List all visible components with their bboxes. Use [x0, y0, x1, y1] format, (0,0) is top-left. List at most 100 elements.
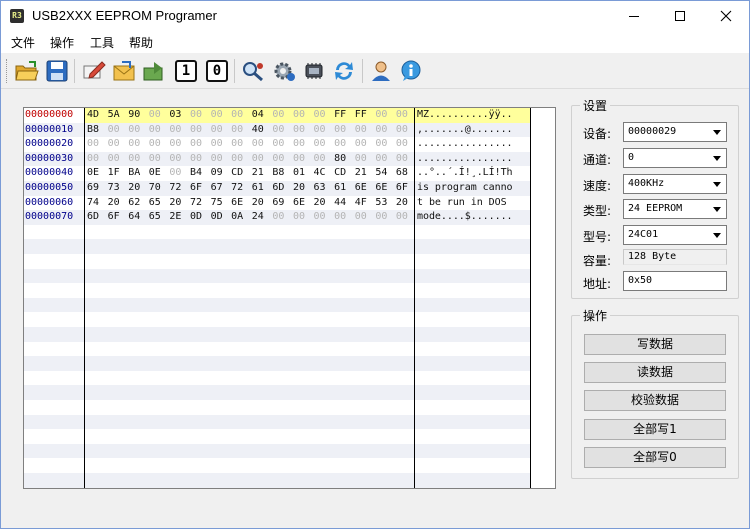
hex-byte[interactable]: 0D — [211, 210, 232, 225]
hex-byte[interactable]: B8 — [87, 123, 108, 138]
fill-zero-button[interactable]: 0 — [204, 58, 230, 84]
open-button[interactable] — [14, 58, 40, 84]
ascii-row[interactable] — [415, 254, 530, 269]
save-button[interactable] — [44, 58, 70, 84]
hex-byte[interactable]: 00 — [128, 152, 149, 167]
device-button[interactable] — [301, 58, 327, 84]
hex-byte[interactable]: 03 — [169, 108, 190, 123]
hex-row[interactable] — [85, 225, 414, 240]
hex-byte[interactable]: 00 — [169, 166, 190, 181]
ascii-row[interactable] — [415, 429, 530, 444]
hex-row[interactable] — [85, 283, 414, 298]
hex-byte[interactable]: 04 — [252, 108, 273, 123]
hex-row[interactable] — [85, 342, 414, 357]
ascii-row[interactable] — [415, 414, 530, 430]
hex-row[interactable]: 69 73 20 70 72 6F 67 72 61 6D 20 63 61 6E 6E 6F — [85, 181, 414, 196]
settings-button[interactable] — [271, 58, 297, 84]
hex-byte[interactable]: 00 — [272, 123, 293, 138]
hex-byte[interactable]: 6E — [375, 181, 396, 196]
hex-byte[interactable]: 0A — [231, 210, 252, 225]
hex-byte[interactable]: 6D — [87, 210, 108, 225]
hex-row[interactable] — [85, 458, 414, 473]
hex-editor[interactable]: 00000000 00000010 00000020 00000030 00000040… — [23, 107, 556, 489]
hex-byte[interactable]: 2E — [169, 210, 190, 225]
hex-byte[interactable]: 01 — [293, 166, 314, 181]
hex-row[interactable] — [85, 400, 414, 415]
user-button[interactable] — [368, 58, 394, 84]
hex-byte[interactable]: 00 — [169, 137, 190, 152]
channel-select[interactable]: 0 — [623, 148, 727, 168]
hex-byte[interactable]: 00 — [293, 108, 314, 123]
menu-tools[interactable]: 工具 — [90, 34, 114, 51]
hex-byte[interactable]: 72 — [169, 181, 190, 196]
hex-byte[interactable]: 90 — [128, 108, 149, 123]
hex-row[interactable] — [85, 239, 414, 254]
hex-byte[interactable]: 00 — [314, 137, 335, 152]
hex-row[interactable]: B8 00 00 00 00 00 00 00 40 00 00 00 00 00 00 00 — [85, 122, 414, 138]
hex-byte[interactable]: 00 — [231, 137, 252, 152]
hex-byte[interactable]: 75 — [211, 196, 232, 211]
hex-row[interactable] — [85, 429, 414, 444]
hex-byte[interactable]: 00 — [231, 152, 252, 167]
hex-row[interactable] — [85, 297, 414, 313]
search-config-button[interactable] — [241, 58, 267, 84]
hex-row[interactable] — [85, 371, 414, 386]
ascii-row[interactable] — [415, 327, 530, 342]
hex-byte[interactable]: 00 — [211, 108, 232, 123]
speed-select[interactable]: 400KHz — [623, 174, 727, 194]
edit-button[interactable] — [81, 58, 107, 84]
hex-byte[interactable]: 00 — [314, 108, 335, 123]
ascii-row[interactable]: ..°..´.Í!¸.LÍ!Th — [415, 166, 530, 181]
hex-byte[interactable]: B4 — [190, 166, 211, 181]
hex-byte[interactable]: 00 — [211, 123, 232, 138]
mail-button[interactable] — [111, 58, 137, 84]
hex-byte[interactable]: FF — [334, 108, 355, 123]
hex-byte[interactable]: 6E — [231, 196, 252, 211]
write-all-zero-button[interactable]: 全部写0 — [584, 447, 726, 468]
hex-byte[interactable]: 00 — [314, 123, 335, 138]
hex-byte[interactable]: 6E — [355, 181, 376, 196]
hex-byte[interactable]: 69 — [87, 181, 108, 196]
about-button[interactable] — [398, 58, 424, 84]
hex-byte[interactable]: 00 — [87, 137, 108, 152]
hex-byte[interactable]: 53 — [375, 196, 396, 211]
hex-byte[interactable]: 69 — [272, 196, 293, 211]
close-button[interactable] — [703, 1, 749, 31]
hex-byte[interactable]: 20 — [128, 181, 149, 196]
ascii-row[interactable] — [415, 473, 530, 488]
menu-operation[interactable]: 操作 — [50, 34, 74, 51]
toolbar-grip[interactable] — [6, 59, 9, 83]
ascii-row[interactable]: is program canno — [415, 181, 530, 196]
maximize-button[interactable] — [657, 1, 703, 31]
hex-byte[interactable]: 4F — [355, 196, 376, 211]
fill-one-button[interactable]: 1 — [173, 58, 199, 84]
hex-byte[interactable]: 00 — [211, 137, 232, 152]
ascii-row[interactable]: t be run in DOS — [415, 196, 530, 211]
ascii-row[interactable] — [415, 356, 530, 371]
hex-byte[interactable]: 00 — [355, 210, 376, 225]
hex-row[interactable] — [85, 327, 414, 342]
device-select[interactable]: 00000029 — [623, 122, 727, 142]
ascii-row[interactable] — [415, 239, 530, 254]
import-button[interactable] — [141, 58, 167, 84]
hex-byte[interactable]: 65 — [149, 210, 170, 225]
hex-byte[interactable]: 00 — [293, 123, 314, 138]
hex-row[interactable] — [85, 385, 414, 400]
hex-byte[interactable]: 40 — [252, 123, 273, 138]
write-data-button[interactable]: 写数据 — [584, 334, 726, 355]
hex-byte[interactable]: 65 — [149, 196, 170, 211]
hex-byte[interactable]: 20 — [108, 196, 129, 211]
hex-byte[interactable]: BA — [128, 166, 149, 181]
hex-byte[interactable]: FF — [355, 108, 376, 123]
hex-byte[interactable]: 0E — [149, 166, 170, 181]
hex-byte[interactable]: 00 — [149, 152, 170, 167]
hex-byte[interactable]: 00 — [272, 137, 293, 152]
hex-byte[interactable]: 00 — [108, 137, 129, 152]
hex-byte[interactable]: CD — [334, 166, 355, 181]
hex-byte[interactable]: 5A — [108, 108, 129, 123]
hex-row[interactable] — [85, 414, 414, 430]
hex-byte[interactable]: 44 — [334, 196, 355, 211]
hex-byte[interactable]: 00 — [252, 152, 273, 167]
ascii-row[interactable] — [415, 268, 530, 284]
ascii-row[interactable]: MZ..........ÿÿ.. — [415, 108, 530, 123]
